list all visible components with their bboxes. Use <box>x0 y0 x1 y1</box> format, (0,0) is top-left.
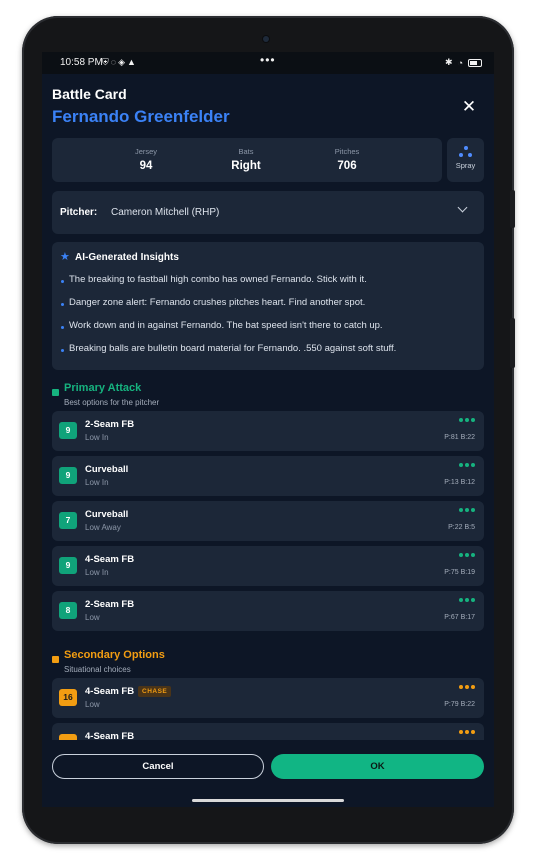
primary-section-title: Primary Attack <box>64 382 142 394</box>
stat-value: 706 <box>337 160 357 172</box>
pitcher-value: Cameron Mitchell (RHP) <box>111 207 220 218</box>
status-bar: 10:58 PM ⛨◌◈▲ ••• ✱ ◔ <box>42 52 494 74</box>
bullet-icon <box>61 326 64 329</box>
chevron-down-icon <box>457 202 468 213</box>
dialog-footer: Cancel OK <box>42 740 494 807</box>
secondary-section-subtitle: Situational choices <box>64 665 131 674</box>
pitch-counts: P:75 B:19 <box>444 569 475 576</box>
insight-item: The breaking to fastball high combo has … <box>69 274 367 285</box>
pitch-counts: P:81 B:22 <box>444 434 475 441</box>
pitch-row[interactable]: 8 2-Seam FB Low P:67 B:17 <box>52 591 484 631</box>
status-dots: ••• <box>260 53 276 67</box>
page-title: Battle Card <box>52 86 127 102</box>
power-button <box>510 318 515 368</box>
pitch-counts: P:13 B:12 <box>444 479 475 486</box>
status-time: 10:58 PM <box>60 57 103 68</box>
pitch-name: 4-Seam FB <box>85 731 135 740</box>
stat-bats: Bats Right <box>206 147 286 172</box>
primary-section-icon <box>52 389 59 396</box>
wifi-icon: ◔ <box>457 57 463 68</box>
bullet-icon <box>61 280 64 283</box>
rank-badge: 8 <box>59 602 77 619</box>
pitch-location: Low <box>85 613 100 622</box>
stat-value: 94 <box>139 160 153 172</box>
ok-button[interactable]: OK <box>271 754 484 779</box>
status-icons-left: ⛨◌◈▲ <box>102 57 138 68</box>
stat-label: Bats <box>238 147 254 156</box>
pitcher-label: Pitcher: <box>60 207 98 218</box>
bullet-icon <box>61 303 64 306</box>
primary-section-subtitle: Best options for the pitcher <box>64 398 160 407</box>
spray-chart-icon <box>458 146 473 158</box>
pitch-row[interactable]: 7 Curveball Low Away P:22 B:5 <box>52 501 484 541</box>
volume-button <box>510 190 515 228</box>
pitch-row[interactable]: 16 4-Seam FB CHASE Low P:79 B:22 <box>52 678 484 718</box>
stat-label: Jersey <box>134 147 158 156</box>
stat-value: Right <box>231 160 261 172</box>
pitch-location: Low Away <box>85 523 121 532</box>
pitch-counts: P:79 B:22 <box>444 701 475 708</box>
rank-badge: 9 <box>59 422 77 439</box>
pitch-row[interactable]: 9 2-Seam FB Low In P:81 B:22 <box>52 411 484 451</box>
pitch-counts: P:67 B:17 <box>444 614 475 621</box>
secondary-section-icon <box>52 656 59 663</box>
pitch-row[interactable]: 4-Seam FB <box>52 723 484 740</box>
pitch-name: 4-Seam FB <box>85 554 135 565</box>
pitch-name: Curveball <box>85 464 129 475</box>
warning-icon: ▲ <box>127 57 138 67</box>
bullet-icon <box>61 349 64 352</box>
rank-badge: 16 <box>59 689 77 706</box>
star-icon: ★ <box>60 251 70 263</box>
insight-item: Breaking balls are bulletin board materi… <box>69 343 397 354</box>
rank-badge: 7 <box>59 512 77 529</box>
stat-jersey: Jersey 94 <box>106 147 186 172</box>
insight-item: Work down and in against Fernando. The b… <box>69 320 383 331</box>
home-indicator[interactable] <box>192 799 344 802</box>
more-dots-icon <box>459 553 475 557</box>
more-dots-icon <box>459 463 475 467</box>
pitch-location: Low In <box>85 568 109 577</box>
pitch-counts: P:22 B:5 <box>448 524 475 531</box>
spray-label: Spray <box>455 161 476 170</box>
more-dots-icon <box>459 508 475 512</box>
vpn-icon: ◈ <box>118 57 128 67</box>
player-stats-card: Jersey 94 Bats Right Pitches 706 <box>52 138 442 182</box>
battery-icon <box>468 58 482 67</box>
ai-insights-card: ★ AI-Generated Insights The breaking to … <box>52 242 484 370</box>
more-dots-icon <box>459 598 475 602</box>
close-button[interactable]: ✕ <box>460 98 478 116</box>
player-name: Fernando Greenfelder <box>52 107 230 126</box>
pitch-location: Low In <box>85 478 109 487</box>
insight-item: Danger zone alert: Fernando crushes pitc… <box>69 297 366 308</box>
pitch-name: Curveball <box>85 509 129 520</box>
stat-label: Pitches <box>334 147 360 156</box>
stat-pitches: Pitches 706 <box>307 147 387 172</box>
screen: 10:58 PM ⛨◌◈▲ ••• ✱ ◔ Battle Card Fernan… <box>42 52 494 807</box>
shield-icon: ⛨ <box>102 57 111 67</box>
pitch-name: 2-Seam FB <box>85 599 135 610</box>
insights-title: AI-Generated Insights <box>75 252 179 263</box>
front-camera-icon <box>263 36 269 42</box>
pitch-location: Low In <box>85 433 109 442</box>
pitch-name: 4-Seam FB <box>85 686 135 697</box>
secondary-section-title: Secondary Options <box>64 649 165 661</box>
more-dots-icon <box>459 418 475 422</box>
pitch-location: Low <box>85 700 100 709</box>
pitch-row[interactable]: 9 Curveball Low In P:13 B:12 <box>52 456 484 496</box>
more-dots-icon <box>459 730 475 734</box>
close-icon: ✕ <box>461 97 477 116</box>
rank-badge: 9 <box>59 467 77 484</box>
pitch-list[interactable]: Primary Attack Best options for the pitc… <box>42 374 494 740</box>
more-dots-icon <box>459 685 475 689</box>
rank-badge: 9 <box>59 557 77 574</box>
pitcher-select[interactable]: Pitcher: Cameron Mitchell (RHP) <box>52 191 484 234</box>
chase-tag: CHASE <box>138 686 172 697</box>
cancel-button[interactable]: Cancel <box>52 754 264 779</box>
pitch-row[interactable]: 9 4-Seam FB Low In P:75 B:19 <box>52 546 484 586</box>
bluetooth-icon: ✱ <box>445 57 453 67</box>
pitch-name: 2-Seam FB <box>85 419 135 430</box>
spray-button[interactable]: Spray <box>447 138 484 182</box>
status-icons-right: ✱ ◔ <box>445 57 482 68</box>
